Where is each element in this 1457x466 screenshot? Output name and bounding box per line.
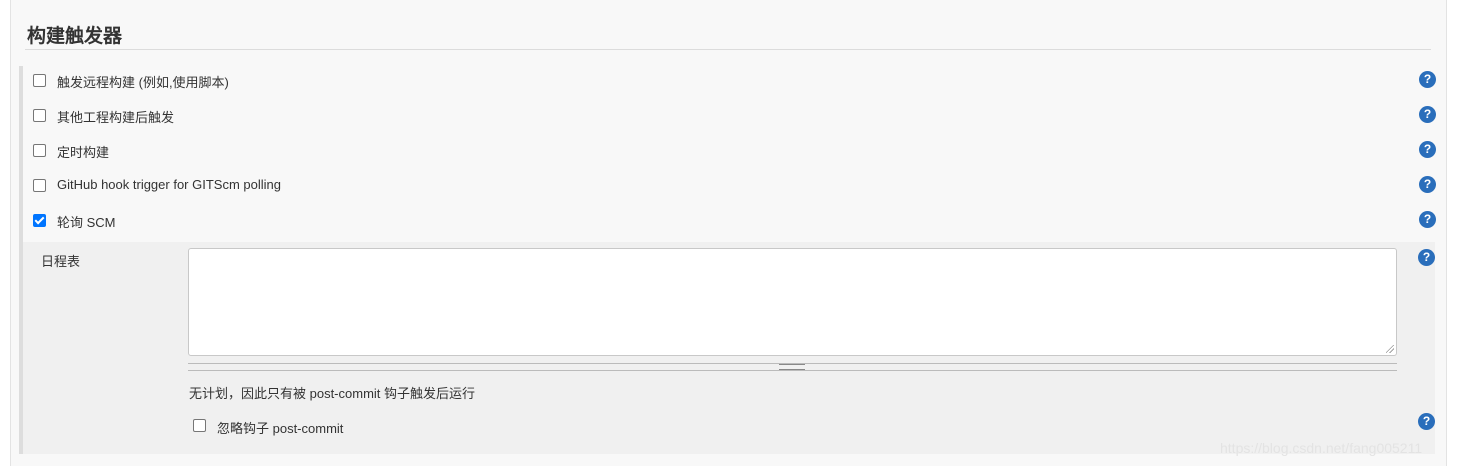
- remote-build-checkbox[interactable]: [33, 74, 46, 87]
- textarea-expand-bar[interactable]: [188, 363, 1397, 371]
- schedule-help-icon[interactable]: ?: [1418, 249, 1435, 266]
- github-hook-checkbox[interactable]: [33, 179, 46, 192]
- help-icon[interactable]: ?: [1419, 106, 1436, 123]
- schedule-textarea[interactable]: [188, 248, 1397, 356]
- drag-handle-icon[interactable]: [779, 364, 805, 370]
- trigger-remote-build: 触发远程构建 (例如,使用脚本) ?: [23, 69, 1439, 95]
- resize-grip-icon[interactable]: [1386, 345, 1394, 353]
- ignore-hook-help-icon[interactable]: ?: [1418, 413, 1435, 430]
- schedule-label: 日程表: [41, 254, 81, 269]
- after-other-projects-label[interactable]: 其他工程构建后触发: [57, 107, 174, 126]
- help-icon[interactable]: ?: [1419, 211, 1436, 228]
- ignore-post-commit-label[interactable]: 忽略钩子 post-commit: [217, 418, 343, 437]
- help-icon[interactable]: ?: [1419, 71, 1436, 88]
- poll-scm-config: 日程表 ? 无计划，因此只有被 post-commit 钩子触发后运行 忽略钩子…: [23, 242, 1435, 454]
- periodic-build-checkbox[interactable]: [33, 144, 46, 157]
- trigger-poll-scm: 轮询 SCM ?: [23, 209, 1439, 235]
- poll-scm-checkbox[interactable]: [33, 214, 46, 227]
- trigger-after-other-projects: 其他工程构建后触发 ?: [23, 104, 1439, 130]
- periodic-build-label[interactable]: 定时构建: [57, 142, 109, 161]
- after-other-projects-checkbox[interactable]: [33, 109, 46, 122]
- triggers-block: 触发远程构建 (例如,使用脚本) ? 其他工程构建后触发 ? 定时构建 ? Gi…: [19, 66, 1439, 454]
- section-divider: [25, 49, 1431, 50]
- trigger-periodic-build: 定时构建 ?: [23, 139, 1439, 165]
- remote-build-label[interactable]: 触发远程构建 (例如,使用脚本): [57, 72, 229, 91]
- help-icon[interactable]: ?: [1419, 176, 1436, 193]
- trigger-github-hook: GitHub hook trigger for GITScm polling ?: [23, 174, 1439, 200]
- help-icon[interactable]: ?: [1419, 141, 1436, 158]
- schedule-note: 无计划，因此只有被 post-commit 钩子触发后运行: [189, 386, 476, 401]
- ignore-post-commit-row: 忽略钩子 post-commit: [183, 417, 1423, 439]
- section-title: 构建触发器: [27, 26, 123, 47]
- ignore-post-commit-checkbox[interactable]: [193, 419, 206, 432]
- build-triggers-panel: 构建触发器 触发远程构建 (例如,使用脚本) ? 其他工程构建后触发 ? 定时构…: [10, 0, 1447, 466]
- github-hook-label[interactable]: GitHub hook trigger for GITScm polling: [57, 177, 281, 192]
- watermark: https://blog.csdn.net/fang005211: [1220, 440, 1423, 456]
- poll-scm-label[interactable]: 轮询 SCM: [57, 212, 116, 231]
